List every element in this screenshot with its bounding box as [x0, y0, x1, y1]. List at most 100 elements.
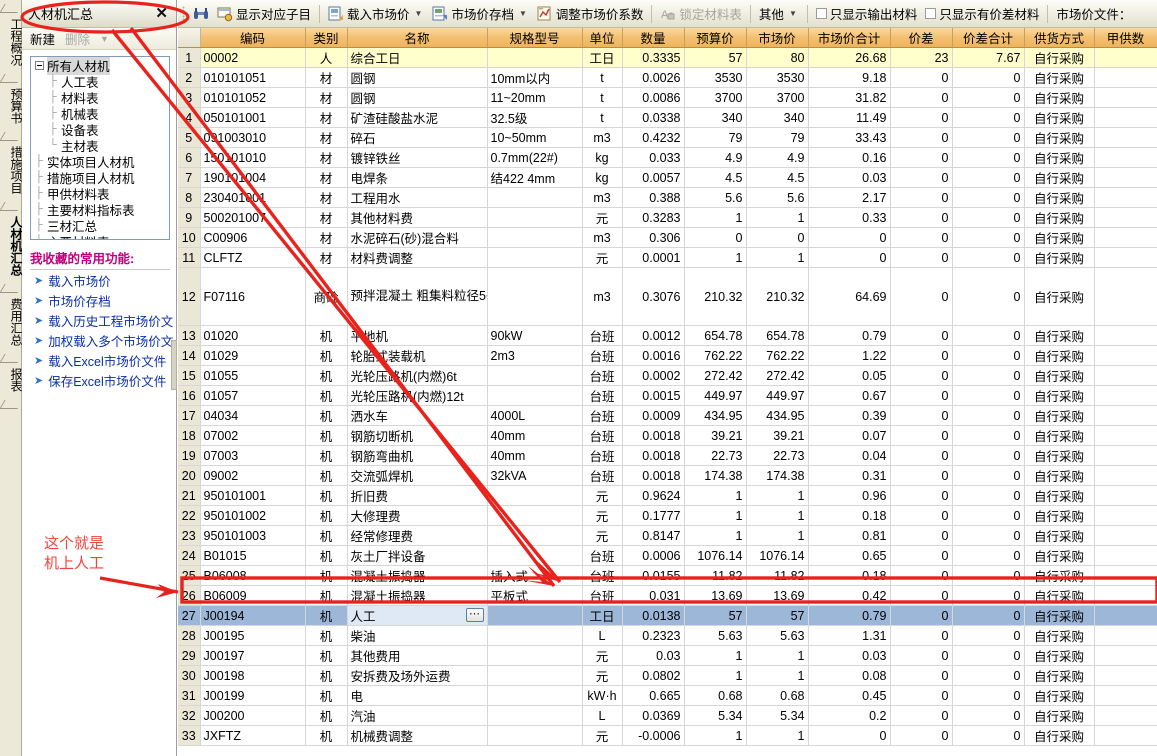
table-row[interactable]: 20 09002 机交流弧焊机 32kVA 台班 0.0018 174.38 174.38 0.…	[178, 465, 1157, 486]
cell-owner_qty[interactable]	[1094, 127, 1157, 148]
cell-category[interactable]: 机	[305, 605, 348, 626]
cell-spec[interactable]: 40mm	[487, 445, 583, 466]
cell-price_diff[interactable]: 0	[890, 445, 953, 466]
vertical-tab-reports[interactable]: 报表	[0, 364, 23, 396]
cell-category[interactable]: 机	[305, 385, 348, 406]
cell-code[interactable]: C00906	[200, 227, 306, 248]
cell-unit[interactable]: 台班	[582, 465, 623, 486]
cell-supply_mode[interactable]: 自行采购	[1024, 665, 1095, 686]
cell-code[interactable]: J00194	[200, 605, 306, 626]
other-menu-button[interactable]: 其他 ▼	[755, 2, 803, 25]
cell-code[interactable]: 09002	[200, 465, 306, 486]
cell-price_diff_total[interactable]: 0	[952, 665, 1025, 686]
cell-supply_mode[interactable]: 自行采购	[1024, 605, 1095, 626]
new-button[interactable]: 新建	[30, 29, 55, 48]
cell-market_total[interactable]: 0.04	[808, 445, 891, 466]
cell-market_total[interactable]: 0.03	[808, 167, 891, 188]
cell-price_diff[interactable]: 0	[890, 605, 953, 626]
cell-supply_mode[interactable]: 自行采购	[1024, 645, 1095, 666]
cell-owner_qty[interactable]	[1094, 445, 1157, 466]
cell-price_diff[interactable]: 0	[890, 505, 953, 526]
cell-spec[interactable]	[487, 365, 583, 386]
cell-qty[interactable]: 0.0155	[622, 565, 685, 586]
cell-code[interactable]: 04034	[200, 405, 306, 426]
collapse-icon[interactable]	[35, 60, 44, 70]
cell-price_diff_total[interactable]: 0	[952, 565, 1025, 586]
cell-market_price[interactable]: 1076.14	[746, 545, 809, 566]
only-price-diff-materials-checkbox-row[interactable]: 只显示有价差材料	[921, 2, 1043, 25]
column-header-budget-price[interactable]: 预算价	[684, 28, 747, 48]
cell-name[interactable]: 混凝土振捣器	[347, 565, 488, 586]
cell-price_diff[interactable]: 0	[890, 725, 953, 746]
cell-spec[interactable]	[487, 645, 583, 666]
cell-supply_mode[interactable]: 自行采购	[1024, 187, 1095, 208]
cell-qty[interactable]: 0.8147	[622, 525, 685, 546]
cell-category[interactable]: 商砼	[305, 267, 348, 326]
favorite-item-archive-market-price[interactable]: ➤ 市场价存档	[34, 290, 179, 310]
cell-code[interactable]: 150101010	[200, 147, 306, 168]
cell-supply_mode[interactable]: 自行采购	[1024, 87, 1095, 108]
cell-name[interactable]: 圆钢	[347, 87, 488, 108]
cell-code[interactable]: F07116	[200, 267, 306, 326]
cell-price_diff[interactable]: 0	[890, 107, 953, 128]
cell-name[interactable]: 矿渣硅酸盐水泥	[347, 107, 488, 128]
cell-code[interactable]: 230401001	[200, 187, 306, 208]
cell-spec[interactable]	[487, 47, 583, 68]
cell-name[interactable]: 洒水车	[347, 405, 488, 426]
cell-price_diff_total[interactable]: 0	[952, 207, 1025, 228]
cell-category[interactable]: 机	[305, 705, 348, 726]
cell-spec[interactable]	[487, 385, 583, 406]
cell-supply_mode[interactable]: 自行采购	[1024, 465, 1095, 486]
cell-owner_qty[interactable]	[1094, 345, 1157, 366]
cell-market_total[interactable]: 1.22	[808, 345, 891, 366]
cell-market_total[interactable]: 0.81	[808, 525, 891, 546]
cell-market_price[interactable]: 11.82	[746, 565, 809, 586]
cell-price_diff[interactable]: 0	[890, 665, 953, 686]
cell-price_diff[interactable]: 0	[890, 485, 953, 506]
cell-unit[interactable]: L	[582, 705, 623, 726]
cell-price_diff[interactable]: 0	[890, 167, 953, 188]
cell-market_total[interactable]: 0.31	[808, 465, 891, 486]
cell-name[interactable]: 机械费调整	[347, 725, 488, 746]
cell-market_price[interactable]: 1	[746, 505, 809, 526]
cell-name[interactable]: 混凝土振捣器	[347, 585, 488, 606]
table-row[interactable]: 21 950101001 机折旧费元 0.9624 1 1 0.96 0 0 自行采购	[178, 485, 1157, 506]
cell-market_total[interactable]: 0.2	[808, 705, 891, 726]
cell-price_diff_total[interactable]: 0	[952, 445, 1025, 466]
cell-code[interactable]: JXFTZ	[200, 725, 306, 746]
cell-unit[interactable]: kW·h	[582, 685, 623, 706]
cell-supply_mode[interactable]: 自行采购	[1024, 585, 1095, 606]
cell-category[interactable]: 机	[305, 465, 348, 486]
cell-unit[interactable]: m3	[582, 127, 623, 148]
table-row[interactable]: 13 01020 机平地机 90kW 台班 0.0012 654.78 654.78 0.79 0…	[178, 325, 1157, 346]
cell-supply_mode[interactable]: 自行采购	[1024, 505, 1095, 526]
cell-name[interactable]: 钢筋弯曲机	[347, 445, 488, 466]
cell-code[interactable]: 01020	[200, 325, 306, 346]
cell-price_diff_total[interactable]: 0	[952, 545, 1025, 566]
cell-budget_price[interactable]: 1	[684, 485, 747, 506]
table-row[interactable]: 8 230401001 材工程用水 m3 0.388 5.6 5.6 2.17 0 0 自行采购	[178, 187, 1157, 208]
cell-unit[interactable]: 台班	[582, 365, 623, 386]
cell-price_diff[interactable]: 0	[890, 87, 953, 108]
cell-market_total[interactable]: 0.08	[808, 665, 891, 686]
table-row[interactable]: 11 CLFTZ 材材料费调整元 0.0001 1 1 0 0 0 自行采购	[178, 247, 1157, 268]
cell-price_diff[interactable]: 0	[890, 247, 953, 268]
cell-price_diff_total[interactable]: 7.67	[952, 47, 1025, 68]
cell-owner_qty[interactable]	[1094, 187, 1157, 208]
cell-budget_price[interactable]: 449.97	[684, 385, 747, 406]
cell-spec[interactable]: 32.5级	[487, 107, 583, 128]
cell-price_diff[interactable]: 0	[890, 365, 953, 386]
cell-price_diff[interactable]: 0	[890, 545, 953, 566]
cell-price_diff_total[interactable]: 0	[952, 525, 1025, 546]
cell-price_diff[interactable]: 0	[890, 705, 953, 726]
name-ellipsis-button[interactable]: ⋯	[465, 608, 484, 622]
cell-unit[interactable]: 台班	[582, 425, 623, 446]
cell-owner_qty[interactable]	[1094, 107, 1157, 128]
cell-unit[interactable]: t	[582, 107, 623, 128]
cell-name[interactable]: 电	[347, 685, 488, 706]
cell-budget_price[interactable]: 0.68	[684, 685, 747, 706]
table-row[interactable]: 4 050101001 材矿渣硅酸盐水泥 32.5级 t 0.0338 340 340 11.4…	[178, 107, 1157, 128]
cell-category[interactable]: 材	[305, 147, 348, 168]
cell-budget_price[interactable]: 57	[684, 47, 747, 68]
cell-code[interactable]: 500201007	[200, 207, 306, 228]
